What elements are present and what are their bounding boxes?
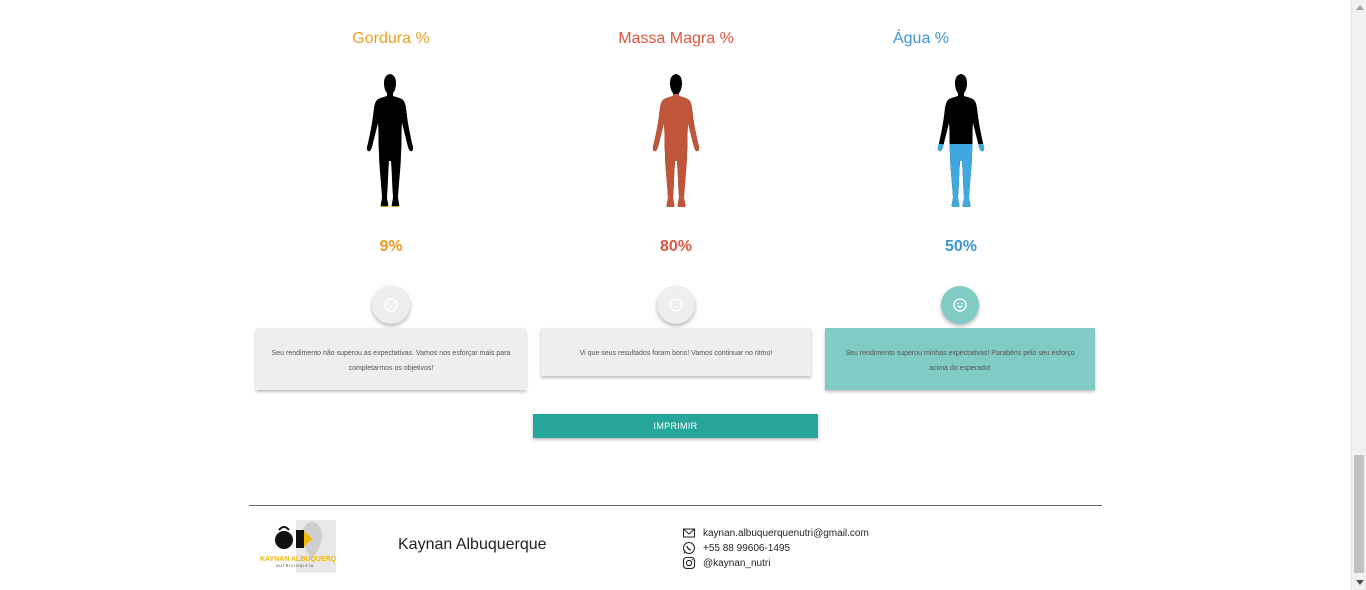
svg-text:KAYNAN ALBUQUERQUE: KAYNAN ALBUQUERQUE — [260, 556, 336, 563]
contact-email-text: kaynan.albuquerquenutri@gmail.com — [703, 527, 869, 539]
contact-instagram-text: @kaynan_nutri — [703, 557, 771, 569]
fat-percentage: 9% — [379, 238, 403, 255]
contact-email[interactable]: kaynan.albuquerquenutri@gmail.com — [682, 526, 869, 540]
footer-divider — [249, 505, 1102, 506]
contact-phone[interactable]: +55 88 99606-1495 — [682, 541, 790, 555]
water-percentage: 50% — [944, 238, 978, 255]
vertical-scrollbar[interactable] — [1351, 0, 1366, 590]
lean-mass-message-card: Vi que seus resultados foram bons! Vamos… — [541, 328, 811, 376]
instagram-icon — [682, 556, 696, 570]
fat-body-figure — [361, 74, 421, 220]
human-silhouette-icon — [937, 74, 985, 207]
fat-message-card: Seu rendimento não superou as expectativ… — [256, 328, 526, 390]
water-feedback-button[interactable] — [941, 286, 979, 324]
contact-phone-text: +55 88 99606-1495 — [703, 542, 791, 554]
lean-mass-percentage: 80% — [659, 238, 693, 255]
neutral-face-icon — [384, 298, 398, 312]
human-silhouette-icon — [366, 74, 414, 207]
svg-text:NUTRICIONISTA: NUTRICIONISTA — [276, 564, 314, 568]
lean-mass-body-figure — [647, 74, 707, 220]
nutritionist-name: Kaynan Albuquerque — [398, 536, 547, 553]
lean-mass-message: Vi que seus resultados foram bons! Vamos… — [579, 350, 773, 357]
contact-instagram[interactable]: @kaynan_nutri — [682, 556, 770, 570]
scroll-down-arrow-icon[interactable] — [1352, 575, 1366, 590]
neutral-face-icon — [669, 298, 683, 312]
brand-logo: KAYNAN ALBUQUERQUE NUTRICIONISTA — [256, 518, 346, 573]
logo-icon: KAYNAN ALBUQUERQUE NUTRICIONISTA — [260, 520, 346, 573]
whatsapp-icon — [683, 542, 695, 554]
scroll-up-arrow-icon[interactable] — [1352, 0, 1366, 15]
scrollbar-thumb[interactable] — [1354, 455, 1364, 573]
report-page: Gordura % 9% Seu rendimento não superou … — [0, 0, 1351, 590]
happy-face-icon — [953, 298, 967, 312]
water-body-figure — [932, 74, 992, 220]
fat-feedback-button[interactable] — [372, 286, 410, 324]
human-silhouette-icon — [652, 74, 700, 207]
lean-mass-feedback-button[interactable] — [657, 286, 695, 324]
water-message: Seu rendimento superou minhas expectativ… — [845, 350, 1075, 372]
fat-title: Gordura % — [352, 30, 430, 47]
envelope-icon — [683, 528, 695, 538]
water-message-card: Seu rendimento superou minhas expectativ… — [825, 328, 1095, 390]
print-button[interactable]: IMPRIMIR — [533, 414, 818, 438]
water-title: Água % — [892, 30, 950, 47]
fat-message: Seu rendimento não superou as expectativ… — [271, 350, 511, 372]
